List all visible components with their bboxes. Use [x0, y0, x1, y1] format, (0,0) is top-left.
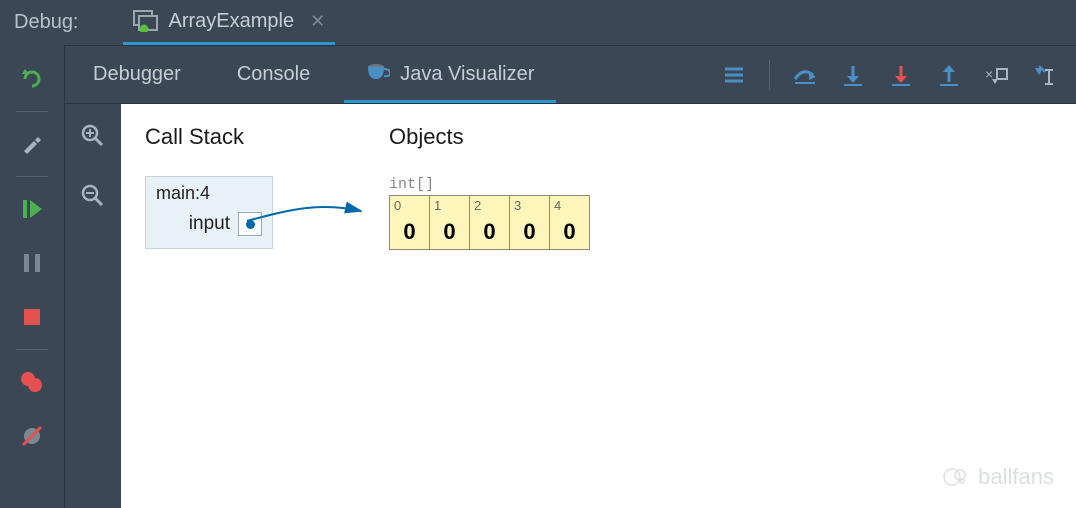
array-index: 0 — [390, 196, 430, 216]
drop-frame-button[interactable]: × — [984, 62, 1010, 88]
close-icon[interactable]: ✕ — [310, 11, 325, 32]
tab-label: Java Visualizer — [400, 63, 534, 86]
array-value-row: 0 0 0 0 0 — [390, 215, 590, 250]
array-index: 4 — [550, 196, 590, 216]
array-value: 0 — [550, 215, 590, 250]
rerun-button[interactable] — [12, 63, 52, 95]
array-table: 0 1 2 3 4 0 0 0 0 0 — [389, 195, 590, 250]
tab-label: Debugger — [93, 63, 181, 86]
watermark-text: ballfans — [978, 464, 1054, 490]
array-value: 0 — [470, 215, 510, 250]
stop-button[interactable] — [12, 301, 52, 333]
objects-title: Objects — [389, 124, 590, 150]
call-stack-title: Call Stack — [145, 124, 345, 150]
mute-breakpoints-button[interactable] — [12, 420, 52, 452]
tab-label: Console — [237, 63, 310, 86]
debug-left-toolbar — [0, 45, 64, 508]
variable-name: input — [189, 213, 230, 235]
step-out-button[interactable] — [936, 62, 962, 88]
zoom-in-button[interactable] — [73, 120, 113, 152]
call-stack-column: Call Stack main:4 input — [145, 124, 345, 250]
step-toolbar: × — [721, 46, 1076, 103]
debug-header: Debug: ArrayExample ✕ — [0, 0, 1076, 45]
run-to-cursor-button[interactable] — [1032, 62, 1058, 88]
java-cup-icon — [366, 61, 390, 89]
application-icon — [133, 10, 159, 32]
step-over-button[interactable] — [792, 62, 818, 88]
array-value: 0 — [390, 215, 430, 250]
force-step-into-button[interactable] — [888, 62, 914, 88]
pointer-dot — [246, 220, 255, 229]
tab-java-visualizer[interactable]: Java Visualizer — [338, 46, 562, 103]
array-index: 3 — [510, 196, 550, 216]
array-index: 1 — [430, 196, 470, 216]
array-value: 0 — [430, 215, 470, 250]
breakpoints-button[interactable] — [12, 366, 52, 398]
array-index: 2 — [470, 196, 510, 216]
pointer-box — [238, 212, 262, 236]
zoom-toolbar — [65, 104, 121, 508]
array-index-row: 0 1 2 3 4 — [390, 196, 590, 216]
frame-label: main:4 — [156, 183, 262, 204]
step-into-button[interactable] — [840, 62, 866, 88]
session-name: ArrayExample — [169, 10, 295, 33]
show-execution-point-button[interactable] — [721, 62, 747, 88]
debug-tabs: Debugger Console Java Visualizer — [64, 45, 1076, 103]
svg-text:×: × — [985, 66, 993, 82]
frame-variable: input — [156, 212, 262, 236]
debug-label: Debug: — [14, 11, 79, 34]
pause-button[interactable] — [12, 247, 52, 279]
settings-button[interactable] — [12, 128, 52, 160]
visualizer-panel: Call Stack main:4 input — [121, 104, 1076, 508]
watermark: ballfans — [942, 464, 1054, 490]
object-type-label: int[] — [389, 176, 590, 193]
zoom-out-button[interactable] — [73, 180, 113, 212]
tab-console[interactable]: Console — [209, 46, 338, 103]
watermark-icon — [942, 465, 970, 489]
tab-debugger[interactable]: Debugger — [65, 46, 209, 103]
objects-column: Objects int[] 0 1 2 3 4 0 — [389, 124, 590, 250]
resume-button[interactable] — [12, 193, 52, 225]
session-tab[interactable]: ArrayExample ✕ — [123, 1, 336, 45]
stack-frame[interactable]: main:4 input — [145, 176, 273, 249]
array-value: 0 — [510, 215, 550, 250]
